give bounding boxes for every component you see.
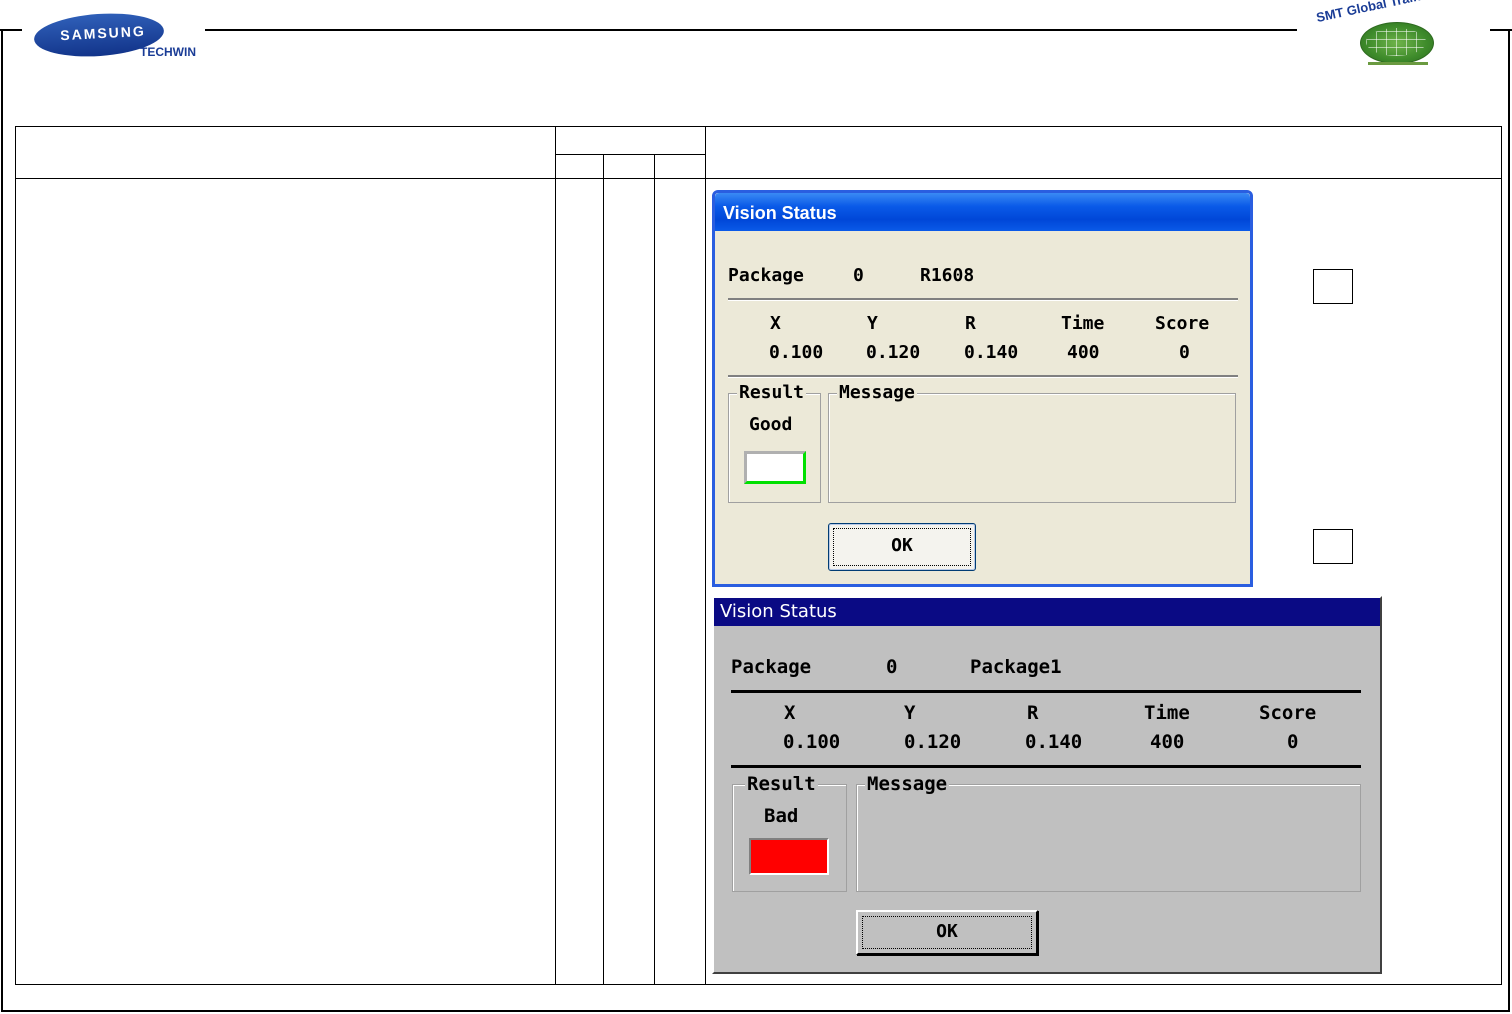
- value-r: 0.140: [964, 342, 1019, 363]
- table-border-left: [15, 126, 16, 985]
- separator-middle: [731, 765, 1361, 768]
- dialog-title-bar[interactable]: Vision Status: [714, 598, 1380, 626]
- dialog-title: Vision Status: [720, 601, 837, 622]
- value-time: 400: [1150, 731, 1185, 753]
- result-group: Result Bad: [732, 773, 847, 892]
- table-col-divider-1: [555, 126, 556, 985]
- annotation-box-1: [1313, 269, 1353, 304]
- table-border-bottom: [15, 984, 1502, 985]
- value-y: 0.120: [866, 342, 921, 363]
- dialog-title: Vision Status: [723, 203, 837, 223]
- value-time: 400: [1067, 342, 1100, 363]
- header-y: Y: [867, 313, 878, 334]
- table-border-right: [1501, 126, 1502, 985]
- table-col-divider-4: [705, 126, 706, 985]
- separator-top: [728, 298, 1238, 301]
- ok-button[interactable]: OK: [828, 523, 976, 571]
- package-number: 0: [853, 265, 864, 286]
- message-group: Message: [828, 382, 1236, 503]
- value-score: 0: [1287, 731, 1299, 753]
- header-r: R: [965, 313, 976, 334]
- package-number: 0: [886, 656, 898, 678]
- ok-button-label: OK: [891, 535, 913, 556]
- header-x: X: [770, 313, 781, 334]
- message-group: Message: [856, 773, 1361, 892]
- value-score: 0: [1179, 342, 1190, 363]
- table-border-top: [15, 126, 1502, 127]
- package-label: Package: [731, 656, 812, 678]
- separator-middle: [728, 375, 1238, 378]
- result-group: Result Good: [728, 382, 821, 503]
- result-indicator: [744, 451, 806, 484]
- dialog-title-bar[interactable]: Vision Status: [715, 193, 1250, 231]
- message-label: Message: [865, 773, 950, 795]
- package-label: Package: [728, 265, 804, 286]
- header-time: Time: [1061, 313, 1105, 334]
- ok-button-label: OK: [936, 921, 958, 942]
- result-label: Result: [737, 382, 807, 403]
- techwin-logo-text: TECHWIN: [140, 45, 196, 59]
- value-y: 0.120: [904, 731, 962, 753]
- annotation-box-2: [1313, 529, 1353, 564]
- result-value: Good: [749, 414, 793, 435]
- table-col-divider-2: [603, 154, 604, 985]
- header-time: Time: [1144, 702, 1190, 724]
- header-score: Score: [1259, 702, 1317, 724]
- header-score: Score: [1155, 313, 1210, 334]
- ok-button[interactable]: OK: [856, 910, 1038, 955]
- package-name: R1608: [920, 265, 975, 286]
- logo-underline: [1368, 62, 1428, 65]
- value-x: 0.100: [783, 731, 841, 753]
- package-name: Package1: [970, 656, 1062, 678]
- header-x: X: [784, 702, 796, 724]
- value-r: 0.140: [1025, 731, 1083, 753]
- result-label: Result: [745, 773, 818, 795]
- table-header-divider: [555, 154, 705, 155]
- table-col-divider-3: [654, 154, 655, 985]
- globe-grid: [1366, 28, 1426, 56]
- value-x: 0.100: [769, 342, 824, 363]
- header-y: Y: [904, 702, 916, 724]
- result-value: Bad: [764, 805, 799, 827]
- vision-status-dialog-good: Vision Status Package 0 R1608 X Y R Time…: [712, 190, 1253, 587]
- table-header-bottom: [15, 178, 1502, 179]
- message-label: Message: [837, 382, 917, 403]
- vision-status-dialog-bad: Vision Status Package 0 Package1 X Y R T…: [712, 596, 1382, 974]
- header-r: R: [1027, 702, 1039, 724]
- separator-top: [731, 690, 1361, 693]
- result-indicator: [749, 838, 829, 875]
